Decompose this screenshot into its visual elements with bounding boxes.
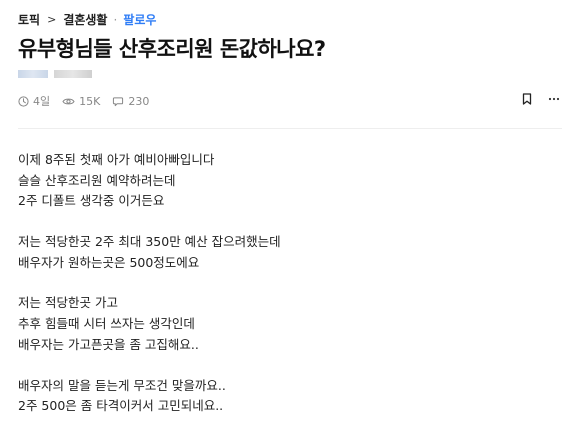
author-company-blurred	[54, 70, 92, 78]
breadcrumb-separator: >	[47, 13, 57, 26]
paragraph: 저는 적당한곳 2주 최대 350만 예산 잡으려했는데 배우자가 원하는곳은 …	[18, 232, 281, 273]
post-meta: 4일 15K 230	[18, 93, 161, 109]
post-views-value: 15K	[79, 94, 101, 108]
breadcrumb: 토픽 > 결혼생활 · 팔로우	[18, 11, 156, 28]
post-time-value: 4일	[33, 95, 51, 108]
post-comments-value: 230	[128, 94, 150, 108]
clock-icon	[18, 95, 29, 107]
post-comments[interactable]: 230	[112, 95, 149, 108]
paragraph: 이제 8주된 첫째 아가 예비아빠입니다 슬슬 산후조리원 예약하려는데 2주 …	[18, 150, 281, 212]
content-line: 저는 적당한곳 가고	[18, 295, 118, 311]
content-line: 배우자의 말을 듣는게 무조건 맞을까요..	[18, 377, 226, 393]
follow-button[interactable]: 팔로우	[123, 11, 156, 28]
bookmark-icon[interactable]	[522, 93, 532, 105]
post-views: 15K	[62, 95, 100, 108]
content-line: 슬슬 산후조리원 예약하려는데	[18, 172, 176, 188]
more-icon[interactable]	[548, 97, 560, 101]
breadcrumb-dot: ·	[113, 12, 118, 27]
post-actions	[522, 93, 560, 105]
breadcrumb-category[interactable]: 결혼생활	[63, 11, 107, 28]
content-line: 저는 적당한곳 2주 최대 350만 예산 잡으려했는데	[18, 234, 281, 250]
post-title: 유부형님들 산후조리원 돈값하나요?	[18, 37, 326, 61]
post-content: 이제 8주된 첫째 아가 예비아빠입니다 슬슬 산후조리원 예약하려는데 2주 …	[18, 150, 281, 417]
breadcrumb-topic[interactable]: 토픽	[18, 11, 40, 28]
content-line: 배우자가 원하는곳은 500정도에요	[18, 254, 200, 270]
author-info-blurred[interactable]	[18, 70, 92, 78]
content-line: 배우자는 가고픈곳을 좀 고집해요..	[18, 336, 199, 352]
comment-icon	[113, 96, 124, 106]
paragraph: 저는 적당한곳 가고 추후 힘들때 시터 쓰자는 생각인데 배우자는 가고픈곳을…	[18, 293, 281, 355]
author-name-blurred	[18, 70, 48, 78]
content-line: 이제 8주된 첫째 아가 예비아빠입니다	[18, 152, 215, 167]
divider	[18, 128, 562, 129]
content-line: 2주 디폴트 생각중 이거든요	[18, 193, 165, 209]
content-line: 추후 힘들때 시터 쓰자는 생각인데	[18, 316, 195, 332]
paragraph: 배우자의 말을 듣는게 무조건 맞을까요.. 2주 500은 좀 타격이커서 고…	[18, 376, 281, 417]
post-time: 4일	[18, 93, 50, 109]
eye-icon	[62, 98, 75, 104]
content-line: 2주 500은 좀 타격이커서 고민되네요..	[18, 398, 224, 414]
